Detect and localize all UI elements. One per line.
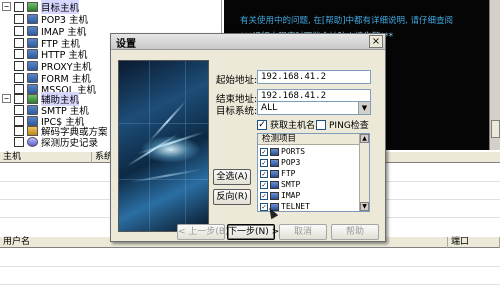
protocol-icon (270, 158, 279, 167)
check-list-item[interactable]: ✓ POP3 (260, 157, 300, 168)
get-hostname-label: 获取主机名 (270, 121, 316, 131)
tree-item-checkbox[interactable] (14, 48, 24, 59)
host-group-icon (27, 93, 38, 104)
monitor-icon (27, 13, 38, 24)
tree-item-checkbox[interactable] (14, 37, 24, 48)
start-address-label: 起始地址: (216, 75, 258, 86)
check-items-list[interactable]: 检测项目 ✓ PORTS ✓ POP3 ✓ FTP ✓ SMTP ✓ IMAP ✓ TELNET ▲ … (257, 133, 370, 212)
check-list-item-checkbox[interactable]: ✓ (260, 169, 268, 178)
dialog-titlebar[interactable]: 设置 × (111, 34, 385, 50)
monitor-icon (27, 48, 38, 59)
column-header-port[interactable]: 端口 (448, 237, 500, 248)
ping-check-checkbox[interactable]: PING检查 (316, 118, 369, 131)
monitor-icon (27, 37, 38, 48)
dictionary-icon (27, 125, 38, 136)
select-all-button[interactable]: 全选(A) (213, 169, 251, 185)
tree-item[interactable]: 探测历史记录 (2, 135, 99, 149)
monitor-icon (27, 72, 38, 83)
console-scrollbar[interactable] (489, 0, 500, 150)
tree-item-checkbox[interactable] (14, 72, 24, 83)
check-list-item-label: FTP (281, 169, 296, 178)
check-list-scrollbar[interactable]: ▲ ▼ (359, 134, 369, 211)
tree-item-checkbox[interactable] (14, 104, 24, 115)
start-address-field[interactable]: 192.168.41.2 (257, 70, 371, 84)
check-list-item-label: TELNET (281, 202, 310, 211)
get-hostname-check-box[interactable]: ✓ (257, 119, 267, 130)
history-icon (27, 136, 38, 147)
collapse-toggle-icon[interactable]: − (2, 2, 11, 11)
dialog-title: 设置 (116, 39, 136, 50)
ping-check-box[interactable] (316, 119, 326, 130)
help-button[interactable]: 帮助 (331, 224, 379, 240)
invert-selection-button[interactable]: 反向(R) (213, 189, 251, 205)
check-list-item[interactable]: ✓ IMAP (260, 190, 300, 201)
target-system-label: 目标系统: (216, 106, 258, 117)
tree-item-checkbox[interactable] (14, 13, 24, 24)
protocol-icon (270, 147, 279, 156)
close-button[interactable]: × (369, 35, 383, 48)
tree-item-checkbox[interactable] (14, 136, 24, 147)
protocol-icon (270, 169, 279, 178)
target-system-value: ALL (261, 103, 278, 113)
next-step-button[interactable]: 下一步(N) > (227, 224, 279, 240)
tree-item-checkbox[interactable] (14, 60, 24, 71)
monitor-icon (27, 25, 38, 36)
scroll-up-icon[interactable]: ▲ (360, 134, 369, 143)
check-list-item-checkbox[interactable]: ✓ (260, 191, 268, 200)
check-list-item[interactable]: ✓ FTP (260, 168, 295, 179)
check-list-item-label: POP3 (281, 158, 301, 167)
console-scroll-thumb[interactable] (491, 120, 500, 138)
check-list-item-checkbox[interactable]: ✓ (260, 180, 268, 189)
wizard-banner-image (118, 60, 209, 232)
check-list-item[interactable]: ✓ SMTP (260, 179, 300, 190)
chevron-down-icon[interactable]: ▼ (358, 102, 370, 114)
users-table-body (0, 248, 500, 300)
console-line: 有关使用中的问题, 在[帮助]中都有详细说明, 请仔细查阅 (240, 16, 453, 26)
get-hostname-checkbox[interactable]: ✓ 获取主机名 (257, 118, 315, 131)
check-list-item-checkbox[interactable]: ✓ (260, 147, 268, 156)
column-header-host[interactable]: 主机 (0, 152, 92, 163)
scroll-down-icon[interactable]: ▼ (360, 202, 369, 211)
tree-item-label: 探测历史记录 (41, 137, 99, 149)
tree-item-checkbox[interactable] (14, 1, 24, 12)
check-list-item-label: SMTP (281, 180, 301, 189)
close-icon: × (371, 36, 381, 47)
monitor-icon (27, 104, 38, 115)
previous-step-button[interactable]: < 上一步(B) (177, 224, 229, 240)
check-list-item-label: IMAP (281, 191, 301, 200)
host-group-icon (27, 1, 38, 12)
protocol-icon (270, 180, 279, 189)
cancel-button[interactable]: 取消 (279, 224, 327, 240)
check-list-header: 检测项目 (258, 134, 361, 145)
check-list-item-checkbox[interactable]: ✓ (260, 158, 268, 167)
tree-item-checkbox[interactable] (14, 93, 24, 104)
tree-item-checkbox[interactable] (14, 125, 24, 136)
check-list-item[interactable]: ✓ PORTS (260, 146, 305, 157)
settings-dialog: 设置 × 起始地址: 192.168.41.2 结束地址: 192.168.41… (110, 33, 386, 242)
monitor-icon (27, 60, 38, 71)
check-list-item-label: PORTS (281, 147, 306, 156)
ping-check-label: PING检查 (329, 121, 369, 131)
collapse-toggle-icon[interactable]: − (2, 94, 11, 103)
tree-item-checkbox[interactable] (14, 25, 24, 36)
target-system-select[interactable]: ALL ▼ (257, 101, 371, 115)
protocol-icon (270, 191, 279, 200)
